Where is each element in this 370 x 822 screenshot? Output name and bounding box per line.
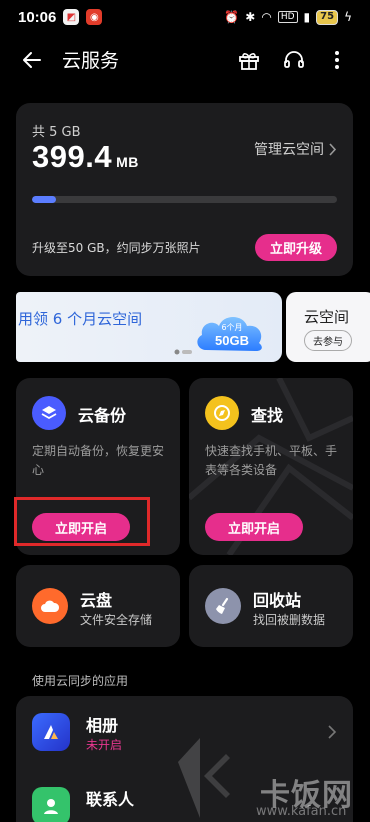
- gift-icon[interactable]: [237, 48, 261, 72]
- cloud-art-caption: 6个月: [221, 323, 242, 332]
- alarm-icon: ⏰: [224, 10, 240, 24]
- storage-card: 共 5 GB 399.4 MB 管理云空间 升级至50 GB，约同步万张照片 立即…: [16, 103, 353, 276]
- recycle-bin-title: 回收站: [253, 591, 302, 610]
- signal-icon: ▮: [303, 10, 311, 24]
- promo-banner-next[interactable]: 云空间 去参与: [286, 292, 370, 362]
- compass-icon: [205, 396, 239, 430]
- find-device-card[interactable]: 查找 快速查找手机、平板、手表等各类设备 立即开启: [189, 378, 353, 555]
- participate-button[interactable]: 去参与: [304, 330, 352, 351]
- cloud-drive-title: 云盘: [80, 591, 113, 610]
- app-name: 相册: [86, 716, 119, 735]
- find-device-title: 查找: [251, 406, 284, 425]
- status-bar: 10:06 ◩ ◉ ⏰ ✱ ◠ HD ▮ 75 ϟ: [0, 0, 370, 34]
- headset-icon[interactable]: [282, 48, 306, 72]
- hd-icon: HD: [277, 11, 298, 23]
- promo-banner[interactable]: 用领 6 个月云空间 6个月 50GB: [16, 292, 282, 362]
- enable-find-button[interactable]: 立即开启: [205, 513, 303, 541]
- chevron-right-icon: [329, 142, 337, 156]
- sync-apps-heading: 使用云同步的应用: [32, 674, 129, 688]
- back-arrow-icon[interactable]: [20, 48, 44, 72]
- notification-app-icon-2: ◉: [86, 9, 103, 25]
- broom-icon: [205, 588, 241, 624]
- cloud-icon: [32, 588, 68, 624]
- storage-progress-bar: [32, 196, 337, 203]
- cloud-drive-sub: 文件安全存储: [80, 613, 153, 627]
- contacts-app-icon: [32, 787, 70, 822]
- cloud-backup-desc: 定期自动备份，恢复更安心: [32, 444, 165, 477]
- manage-storage-link[interactable]: 管理云空间: [254, 139, 337, 159]
- watermark-url: www.kafan.cn: [256, 804, 347, 819]
- photos-app-icon: [32, 713, 70, 751]
- carousel-dots: [174, 349, 192, 355]
- storage-used-unit: MB: [116, 154, 139, 170]
- bluetooth-icon: ✱: [245, 10, 256, 24]
- page-title: 云服务: [62, 50, 120, 72]
- wifi-icon: ◠: [261, 10, 272, 24]
- charging-icon: ϟ: [344, 10, 352, 24]
- top-app-bar: 云服务: [0, 40, 370, 80]
- manage-storage-label: 管理云空间: [254, 142, 324, 158]
- highlight-box: [14, 497, 150, 546]
- layers-icon: [32, 396, 66, 430]
- storage-total: 共 5 GB: [32, 125, 81, 140]
- cloud-drive-card[interactable]: 云盘 文件安全存储: [16, 565, 180, 647]
- recycle-bin-card[interactable]: 回收站 找回被删数据: [189, 565, 353, 647]
- more-vertical-icon[interactable]: [325, 48, 349, 72]
- storage-progress-fill: [32, 196, 57, 203]
- cloud-backup-title: 云备份: [78, 406, 127, 425]
- app-name: 联系人: [86, 790, 135, 809]
- status-icons: ⏰ ✱ ◠ HD ▮ 75 ϟ: [224, 9, 352, 25]
- storage-used-value: 399.4: [32, 139, 113, 174]
- upgrade-hint: 升级至50 GB，约同步万张照片: [32, 241, 201, 255]
- promo-banner-text: 用领 6 个月云空间: [18, 310, 143, 328]
- battery-icon: 75: [316, 9, 339, 25]
- recycle-bin-sub: 找回被删数据: [253, 613, 326, 627]
- status-time: 10:06: [18, 8, 57, 26]
- cloud-50gb-illustration: 6个月 50GB: [197, 317, 262, 351]
- find-device-desc: 快速查找手机、平板、手表等各类设备: [205, 444, 338, 477]
- notification-app-icon: ◩: [63, 9, 80, 25]
- upgrade-button[interactable]: 立即升级: [255, 234, 337, 261]
- promo-next-text: 云空间: [304, 308, 350, 326]
- storage-used: 399.4 MB: [32, 139, 139, 175]
- app-sync-status: 未开启: [86, 738, 123, 752]
- cloud-art-size: 50GB: [215, 333, 249, 348]
